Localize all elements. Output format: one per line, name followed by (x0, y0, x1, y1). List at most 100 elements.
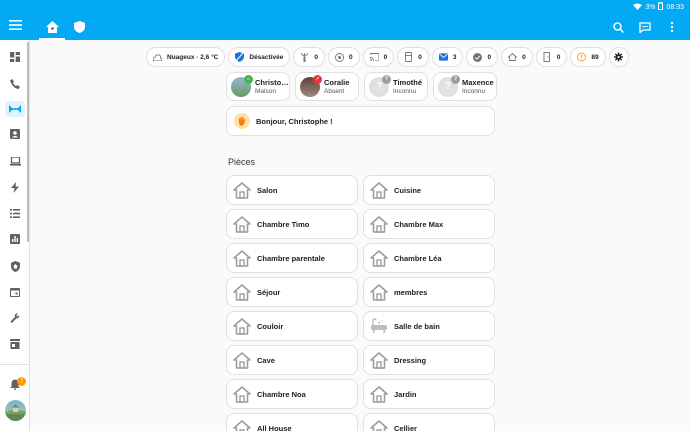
alert-count: 89 (591, 53, 599, 61)
sidebar-item-calendar[interactable] (5, 284, 25, 300)
tab-home[interactable] (37, 14, 67, 40)
shield-icon (235, 52, 245, 62)
room-name: Cellier (394, 423, 417, 431)
room-card[interactable]: Cave (226, 345, 358, 375)
format-list-icon (10, 208, 20, 218)
room-name: Salle de bain (394, 321, 440, 331)
room-card[interactable]: Chambre parentale (226, 243, 358, 273)
check-chip[interactable]: 0 (466, 47, 499, 67)
weather-chip[interactable]: Nuageux · 2,6 °C (146, 47, 226, 67)
person-card[interactable]: ⌂ Christophe Maison (226, 72, 290, 101)
person-avatar: ↗ (300, 74, 322, 97)
home-icon (369, 351, 388, 370)
room-card[interactable]: Chambre Léa (363, 243, 495, 273)
person-state: Maison (255, 87, 276, 95)
room-card[interactable]: Jardin (363, 379, 495, 409)
mail-chip[interactable]: 3 (431, 47, 464, 67)
alarm-chip[interactable]: Désactivée (228, 47, 291, 67)
greeting-card[interactable]: Bonjour, Christophe ! (226, 106, 495, 136)
room-card[interactable]: Salle de bain (363, 311, 495, 341)
sidebar-item-contacts[interactable] (5, 126, 25, 142)
room-name: Salon (257, 185, 278, 195)
person-card[interactable]: ? ? Timothé Inconnu (364, 72, 428, 101)
room-card[interactable]: Couloir (226, 311, 358, 341)
question-icon: ? (451, 74, 460, 84)
status-bar: 3% 08:33 (633, 2, 684, 12)
sidebar-item-logbook[interactable] (5, 205, 25, 221)
user-profile-avatar[interactable] (5, 400, 26, 421)
presence-chip[interactable]: 0 (501, 47, 533, 67)
room-card[interactable]: membres (363, 277, 495, 307)
person-avatar: ? ? (438, 74, 460, 97)
room-card[interactable]: Cellier (363, 413, 495, 431)
sprinkler-count: 0 (314, 53, 318, 61)
room-card[interactable]: Cuisine (363, 175, 495, 205)
person-card[interactable]: ↗ Coralie Absent (295, 72, 359, 101)
settings-chip[interactable] (608, 47, 629, 67)
sidebar-item-history[interactable] (5, 231, 25, 247)
person-name: Coralie (324, 77, 350, 87)
room-card[interactable]: Chambre Noa (226, 379, 358, 409)
room-card[interactable]: Chambre Timo (226, 209, 358, 239)
sprinkler-chip[interactable]: 0 (293, 47, 325, 67)
sidebar-item-settings[interactable] (5, 310, 25, 326)
sidebar-scrollbar[interactable] (27, 42, 29, 242)
sidebar-item-security[interactable] (5, 258, 25, 274)
sidebar-item-energy[interactable] (5, 179, 25, 195)
room-name: Chambre Léa (394, 253, 442, 263)
room-name: membres (394, 287, 428, 297)
battery-icon (658, 2, 664, 12)
room-name: Cuisine (394, 185, 422, 195)
search-icon (612, 21, 624, 33)
home-icon (369, 249, 388, 268)
room-card[interactable]: Séjour (226, 277, 358, 307)
home-icon (508, 53, 518, 62)
door-chip[interactable]: 0 (535, 47, 568, 67)
sidebar: 7 (0, 40, 30, 431)
alert-chip[interactable]: 89 (570, 47, 606, 67)
rooms-section-title: Pièces (228, 157, 256, 167)
room-name: Chambre Timo (257, 219, 310, 229)
sidebar-item-store[interactable] (5, 336, 25, 352)
room-name: All House (257, 423, 292, 431)
sidebar-item-connections[interactable] (5, 101, 25, 117)
chart-box-icon (10, 234, 20, 244)
room-card[interactable]: Chambre Max (363, 209, 495, 239)
lan-connect-icon (9, 105, 21, 113)
sidebar-item-devices[interactable] (5, 153, 25, 169)
menu-button[interactable] (6, 16, 24, 34)
room-name: Dressing (394, 355, 427, 365)
home-icon (232, 215, 251, 234)
room-name: Jardin (394, 389, 417, 399)
overflow-menu-button[interactable] (664, 19, 680, 35)
person-card[interactable]: ? ? Maxence Inconnu (433, 72, 497, 101)
laptop-icon (9, 156, 21, 166)
room-name: Couloir (257, 321, 284, 331)
tab-security[interactable] (64, 14, 94, 40)
fridge-chip[interactable]: 0 (397, 47, 429, 67)
waving-hand-icon (234, 113, 250, 129)
cast-chip[interactable]: 0 (362, 47, 395, 67)
person-state: Inconnu (393, 87, 417, 95)
person-state: Inconnu (462, 87, 486, 95)
assist-button[interactable] (637, 19, 653, 35)
dots-vertical-icon (670, 21, 674, 33)
fan-chip[interactable]: 0 (327, 47, 360, 67)
top-app-bar: 3% 08:33 (0, 0, 690, 40)
room-card[interactable]: Salon (226, 175, 358, 205)
room-card[interactable]: All House (226, 413, 358, 431)
home-icon (232, 283, 251, 302)
check-circle-icon (473, 52, 483, 62)
away-icon: ↗ (313, 74, 322, 84)
sidebar-item-phone[interactable] (5, 76, 25, 92)
room-card[interactable]: Dressing (363, 345, 495, 375)
room-name: Cave (257, 355, 275, 365)
alert-circle-icon (577, 52, 587, 62)
comment-processing-icon (639, 21, 651, 33)
presence-count: 0 (522, 53, 526, 61)
search-button[interactable] (610, 19, 626, 35)
sidebar-item-overview[interactable] (5, 49, 25, 65)
home-icon (232, 249, 251, 268)
sidebar-divider (0, 364, 30, 365)
home-icon (369, 385, 388, 404)
